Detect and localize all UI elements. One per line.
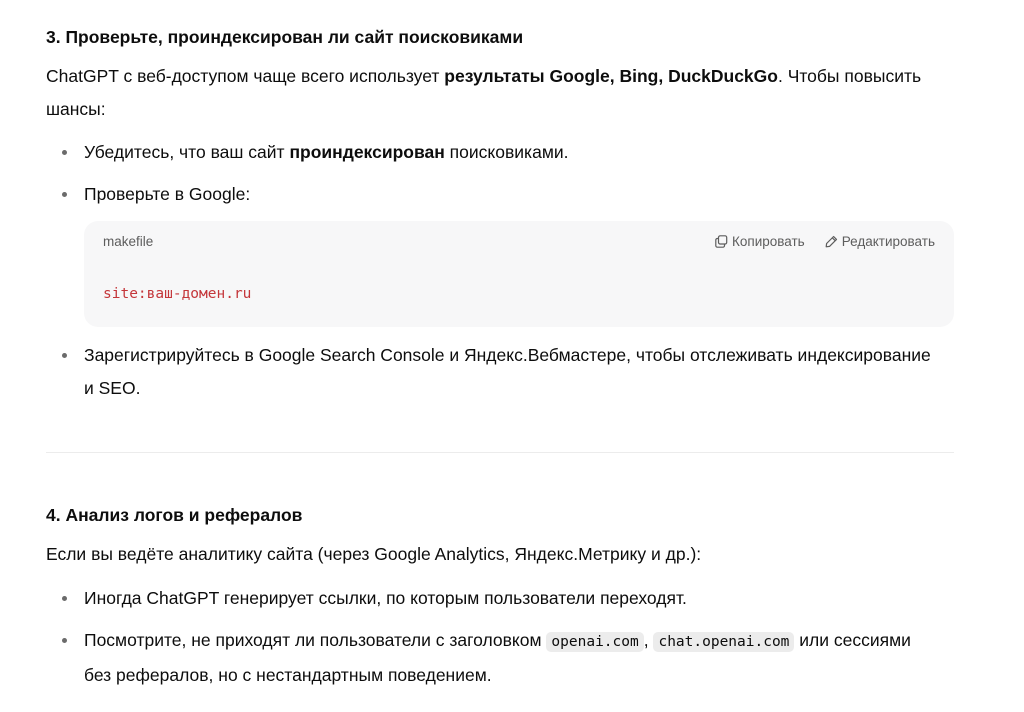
code-language-label: makefile	[103, 234, 154, 249]
list-item: Убедитесь, что ваш сайт проиндексирован …	[62, 136, 934, 169]
pencil-icon	[825, 235, 838, 248]
intro-bold-text: результаты Google, Bing, DuckDuckGo	[444, 66, 778, 86]
section-4-heading: 4. Анализ логов и рефералов	[46, 505, 303, 525]
code-actions: Копировать Редактировать	[715, 234, 935, 249]
list-item: Иногда ChatGPT генерирует ссылки, по кот…	[62, 582, 934, 615]
list-item: Зарегистрируйтесь в Google Search Consol…	[62, 339, 934, 405]
inline-code: openai.com	[546, 632, 644, 652]
inline-code: chat.openai.com	[653, 632, 795, 652]
section-4-intro: Если вы ведёте аналитику сайта (через Go…	[46, 544, 702, 564]
copy-code-button[interactable]: Копировать	[715, 234, 805, 249]
edit-code-button[interactable]: Редактировать	[825, 234, 935, 249]
code-block: makefile Копировать Редактировать site:в…	[84, 221, 954, 327]
code-text: site:ваш-домен.ru	[103, 286, 252, 302]
list-item: Посмотрите, не приходят ли пользователи …	[62, 624, 934, 692]
section-3-heading: 3. Проверьте, проиндексирован ли сайт по…	[46, 27, 524, 47]
section-3-intro: ChatGPT с веб-доступом чаще всего исполь…	[46, 66, 922, 119]
section-divider	[46, 452, 954, 453]
copy-icon	[715, 235, 728, 248]
list-item: Проверьте в Google:	[62, 178, 934, 211]
